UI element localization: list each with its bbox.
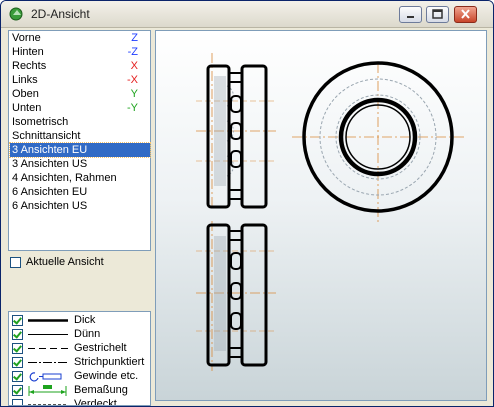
line-type-verdeckt[interactable]: Verdeckt [11,398,150,406]
line-type-bemassung[interactable]: Bemaßung [11,384,150,398]
line-type-label: Dünn [74,328,101,340]
view-label: 3 Ansichten EU [12,144,88,156]
current-view-checkbox[interactable] [10,257,21,268]
line-type-checkbox[interactable] [12,371,23,382]
line-type-label: Dick [74,314,96,326]
view-label: Isometrisch [12,116,69,128]
maximize-button[interactable] [426,6,449,23]
view-list[interactable]: Vorne Z Hinten -Z Rechts X Links -X Oben Y Un… [8,30,151,251]
view-label: Oben [12,88,39,100]
view-label: Links [12,74,38,86]
view-key: -Z [127,46,138,58]
app-icon [9,7,23,21]
window-title: 2D-Ansicht [31,7,90,21]
view-item-hinten[interactable]: Hinten -Z [10,45,150,59]
view-item-3-ansichten-us[interactable]: 3 Ansichten US [10,157,150,171]
view-item-oben[interactable]: Oben Y [10,87,150,101]
thick-line-icon [28,319,68,322]
view-item-links[interactable]: Links -X [10,73,150,87]
line-type-dick[interactable]: Dick [11,314,150,328]
thread-icon [29,372,62,382]
dimension-icon [28,385,67,396]
line-type-label: Gewinde etc. [74,370,139,382]
view-item-vorne[interactable]: Vorne Z [10,31,150,45]
view-item-6-ansichten-eu[interactable]: 6 Ansichten EU [10,185,150,199]
minimize-button[interactable] [399,6,422,23]
front-view [196,53,276,209]
view-key: Y [130,88,138,100]
close-icon [461,9,470,19]
line-type-gewinde[interactable]: Gewinde etc. [11,370,150,384]
line-type-label: Gestrichelt [74,342,127,354]
view-key: -X [127,74,138,86]
view-label: Vorne [12,32,41,44]
line-type-checkbox[interactable] [12,329,23,340]
view-label: 6 Ansichten EU [12,186,88,198]
view-item-schnittansicht[interactable]: Schnittansicht [10,129,150,143]
dash-dot-line-icon [28,362,68,363]
dashed-line-icon [28,348,68,349]
side-view [292,61,464,223]
line-type-checkbox[interactable] [12,385,23,396]
view-key: Z [131,32,138,44]
view-item-isometrisch[interactable]: Isometrisch [10,115,150,129]
view-label: 4 Ansichten, Rahmen [12,172,117,184]
line-type-label: Verdeckt [74,398,117,406]
top-view [196,221,276,371]
view-item-6-ansichten-us[interactable]: 6 Ansichten US [10,199,150,213]
bearing-drawing [196,53,464,371]
line-type-label: Bemaßung [74,384,128,396]
view-item-rechts[interactable]: Rechts X [10,59,150,73]
view-label: 3 Ansichten US [12,158,88,170]
drawing-canvas[interactable] [155,30,487,401]
view-key: X [130,60,138,72]
view-label: Schnittansicht [12,130,81,142]
thin-line-icon [28,334,68,335]
hidden-line-icon [28,404,68,405]
view-item-4-ansichten-rahmen[interactable]: 4 Ansichten, Rahmen [10,171,150,185]
line-type-duenn[interactable]: Dünn [11,328,150,342]
window: 2D-Ansicht Vorne Z Hinten -Z Rechts X Links… [0,0,494,407]
view-label: Hinten [12,46,44,58]
view-item-3-ansichten-eu[interactable]: 3 Ansichten EU [9,142,151,158]
view-key: -Y [127,102,138,114]
line-type-strichpunktiert[interactable]: Strichpunktiert [11,356,150,370]
current-view-label: Aktuelle Ansicht [26,256,104,268]
line-type-gestrichelt[interactable]: Gestrichelt [11,342,150,356]
view-item-unten[interactable]: Unten -Y [10,101,150,115]
line-type-checkbox[interactable] [12,315,23,326]
close-button[interactable] [454,6,477,23]
line-type-checkbox[interactable] [12,399,23,405]
view-label: 6 Ansichten US [12,200,88,212]
view-label: Rechts [12,60,47,72]
line-type-label: Strichpunktiert [74,356,145,368]
line-type-list[interactable]: Dick Dünn Gestrichelt Strichpunktiert Ge… [8,311,151,406]
line-type-checkbox[interactable] [12,343,23,354]
view-label: Unten [12,102,42,114]
line-type-checkbox[interactable] [12,357,23,368]
title-bar[interactable]: 2D-Ansicht [1,1,493,28]
